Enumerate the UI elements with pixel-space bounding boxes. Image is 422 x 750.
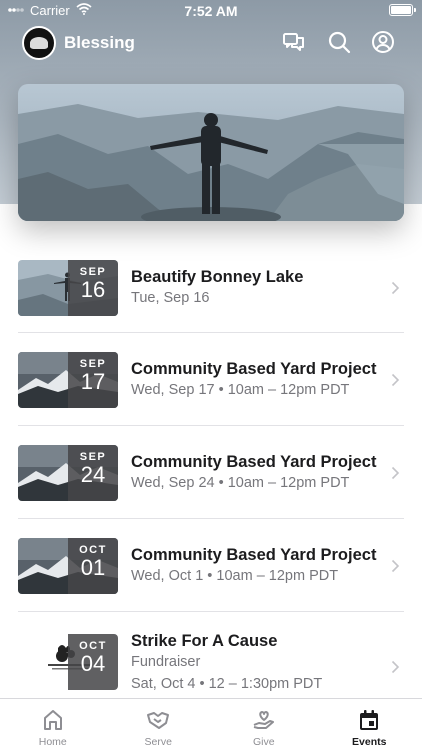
event-day: 01 — [80, 555, 106, 580]
event-day: 24 — [80, 462, 106, 487]
date-badge: SEP 17 — [68, 352, 118, 408]
event-day: 16 — [80, 277, 106, 302]
event-datetime: Wed, Oct 1 • 10am – 12pm PDT — [131, 568, 339, 584]
home-icon — [43, 710, 62, 730]
event-item[interactable]: OCT 01 Community Based Yard Project Wed,… — [18, 519, 404, 612]
battery-icon — [389, 4, 416, 16]
tab-label: Serve — [144, 736, 172, 748]
event-day: 17 — [80, 369, 106, 394]
event-item[interactable]: SEP 16 Beautify Bonney Lake Tue, Sep 16 — [18, 240, 404, 333]
person-on-cliff-photo — [18, 84, 404, 221]
event-list: SEP 16 Beautify Bonney Lake Tue, Sep 16 … — [18, 240, 404, 718]
event-item[interactable]: SEP 24 Community Based Yard Project Wed,… — [18, 426, 404, 519]
tab-label: Events — [352, 736, 387, 748]
blessing-logo-icon[interactable] — [22, 26, 56, 60]
profile-icon[interactable] — [371, 30, 395, 54]
date-badge: OCT 01 — [68, 538, 118, 594]
event-title: Community Based Yard Project — [131, 546, 377, 564]
event-day: 04 — [80, 651, 106, 676]
status-bar: Carrier 7:52 AM — [0, 0, 422, 22]
event-datetime: Tue, Sep 16 — [131, 290, 210, 306]
chat-icon[interactable] — [282, 30, 306, 54]
event-datetime: Wed, Sep 17 • 10am – 12pm PDT — [131, 382, 350, 398]
event-title: Community Based Yard Project — [131, 453, 377, 471]
date-badge: SEP 24 — [68, 445, 118, 501]
hero-image[interactable] — [18, 84, 404, 221]
app-header: Blessing — [0, 24, 422, 64]
tab-home[interactable]: Home — [0, 699, 106, 750]
event-title: Strike For A Cause — [131, 632, 278, 650]
event-thumbnail: SEP 16 — [18, 260, 118, 316]
date-badge: SEP 16 — [68, 260, 118, 316]
tab-events[interactable]: Events — [317, 699, 422, 750]
heart-hand-icon — [253, 711, 274, 729]
tab-give[interactable]: Give — [211, 699, 317, 750]
app-title: Blessing — [64, 33, 135, 52]
chevron-right-icon — [391, 466, 400, 480]
tab-serve[interactable]: Serve — [106, 699, 212, 750]
event-title: Community Based Yard Project — [131, 360, 377, 378]
calendar-icon — [360, 710, 379, 730]
chevron-right-icon — [391, 373, 400, 387]
handshake-icon — [147, 712, 170, 729]
search-icon[interactable] — [327, 30, 351, 54]
chevron-right-icon — [391, 559, 400, 573]
chevron-right-icon — [391, 660, 400, 674]
tab-bar: Home Serve Give Events — [0, 698, 422, 750]
event-thumbnail: OCT 04 — [18, 634, 118, 690]
chevron-right-icon — [391, 281, 400, 295]
event-thumbnail: SEP 17 — [18, 352, 118, 408]
event-item[interactable]: SEP 17 Community Based Yard Project Wed,… — [18, 333, 404, 426]
event-category: Fundraiser — [131, 654, 201, 670]
date-badge: OCT 04 — [68, 634, 118, 690]
clock: 7:52 AM — [184, 3, 238, 19]
event-datetime: Wed, Sep 24 • 10am – 12pm PDT — [131, 475, 350, 491]
event-title: Beautify Bonney Lake — [131, 268, 304, 286]
event-thumbnail: OCT 01 — [18, 538, 118, 594]
event-datetime: Sat, Oct 4 • 12 – 1:30pm PDT — [131, 676, 323, 692]
tab-label: Give — [252, 736, 275, 748]
event-thumbnail: SEP 24 — [18, 445, 118, 501]
tab-label: Home — [38, 736, 67, 748]
